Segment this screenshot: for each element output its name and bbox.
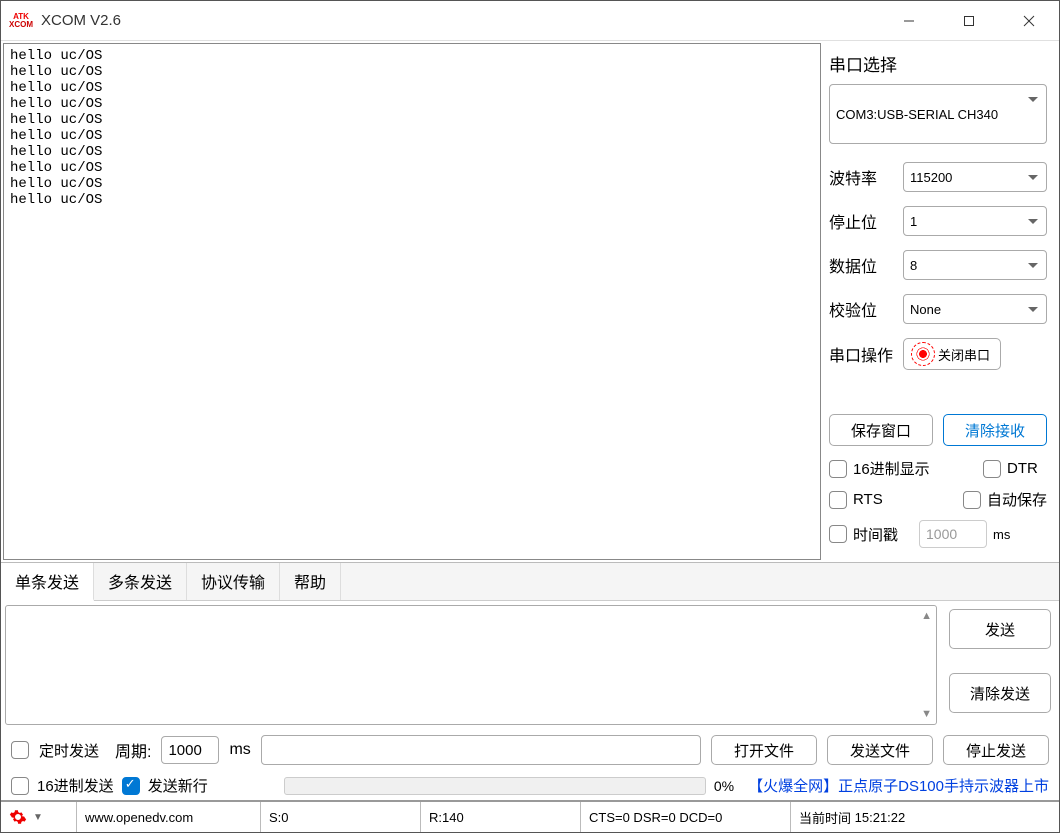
hex-send-checkbox[interactable] (11, 777, 29, 795)
databit-select[interactable]: 8 (903, 250, 1047, 280)
timestamp-interval-input[interactable] (919, 520, 987, 548)
scroll-down-icon[interactable]: ▼ (921, 708, 932, 720)
status-sent: S:0 (261, 802, 421, 832)
timed-send-checkbox[interactable] (11, 741, 29, 759)
close-button[interactable] (999, 1, 1059, 41)
status-received: R:140 (421, 802, 581, 832)
timestamp-unit: ms (993, 527, 1010, 542)
send-button[interactable]: 发送 (949, 609, 1051, 649)
titlebar: ATK XCOM XCOM V2.6 (1, 1, 1059, 41)
stopbit-select[interactable]: 1 (903, 206, 1047, 236)
minimize-button[interactable] (879, 1, 939, 41)
app-logo: ATK XCOM (7, 7, 35, 35)
window-title: XCOM V2.6 (41, 12, 121, 29)
main-area: hello uc/OS hello uc/OS hello uc/OS hell… (1, 41, 1059, 562)
baud-label: 波特率 (829, 165, 903, 189)
save-window-button[interactable]: 保存窗口 (829, 414, 933, 446)
open-file-button[interactable]: 打开文件 (711, 735, 817, 765)
hex-display-checkbox[interactable] (829, 460, 847, 478)
status-bar: ▼ www.openedv.com S:0 R:140 CTS=0 DSR=0 … (1, 800, 1059, 832)
stopbit-label: 停止位 (829, 209, 903, 233)
send-panel: 单条发送 多条发送 协议传输 帮助 ▲ ▼ 发送 清除发送 定时发送 周期: m… (1, 562, 1059, 800)
status-time: 15:21:22 (855, 810, 906, 825)
send-file-button[interactable]: 发送文件 (827, 735, 933, 765)
send-newline-checkbox[interactable] (122, 777, 140, 795)
file-path-input[interactable] (261, 735, 701, 765)
status-url[interactable]: www.openedv.com (77, 802, 261, 832)
port-op-label: 串口操作 (829, 342, 903, 366)
gear-icon[interactable] (9, 808, 27, 826)
databit-label: 数据位 (829, 253, 903, 277)
period-unit: ms (229, 741, 250, 759)
tab-help[interactable]: 帮助 (280, 563, 341, 600)
clear-receive-button[interactable]: 清除接收 (943, 414, 1047, 446)
send-tabs: 单条发送 多条发送 协议传输 帮助 (1, 563, 1059, 601)
tab-protocol[interactable]: 协议传输 (187, 563, 280, 600)
stop-send-button[interactable]: 停止发送 (943, 735, 1049, 765)
autosave-checkbox[interactable] (963, 491, 981, 509)
tab-multi-send[interactable]: 多条发送 (94, 563, 187, 600)
period-input[interactable] (161, 736, 219, 764)
maximize-button[interactable] (939, 1, 999, 41)
clear-send-button[interactable]: 清除发送 (949, 673, 1051, 713)
scroll-up-icon[interactable]: ▲ (921, 610, 932, 622)
promo-link[interactable]: 【火爆全网】正点原子DS100手持示波器上市 (748, 775, 1049, 796)
timestamp-checkbox[interactable] (829, 525, 847, 543)
parity-select[interactable]: None (903, 294, 1047, 324)
close-port-button[interactable]: 关闭串口 (903, 338, 1001, 370)
serial-settings-panel: 串口选择 COM3:USB-SERIAL CH340 波特率115200 停止位… (823, 41, 1059, 562)
port-status-icon (914, 345, 932, 363)
progress-percent: 0% (714, 778, 734, 794)
send-textarea[interactable]: ▲ ▼ (5, 605, 937, 725)
progress-bar (284, 777, 706, 795)
tab-single-send[interactable]: 单条发送 (1, 563, 94, 601)
period-label: 周期: (115, 738, 151, 762)
port-select-label: 串口选择 (829, 51, 1047, 76)
port-select[interactable]: COM3:USB-SERIAL CH340 (829, 84, 1047, 144)
status-signals: CTS=0 DSR=0 DCD=0 (581, 802, 791, 832)
dtr-checkbox[interactable] (983, 460, 1001, 478)
rts-checkbox[interactable] (829, 491, 847, 509)
parity-label: 校验位 (829, 297, 903, 321)
baud-select[interactable]: 115200 (903, 162, 1047, 192)
gear-dropdown-icon[interactable]: ▼ (33, 812, 43, 823)
receive-textarea[interactable]: hello uc/OS hello uc/OS hello uc/OS hell… (3, 43, 821, 560)
status-time-label: 当前时间 (799, 808, 851, 827)
